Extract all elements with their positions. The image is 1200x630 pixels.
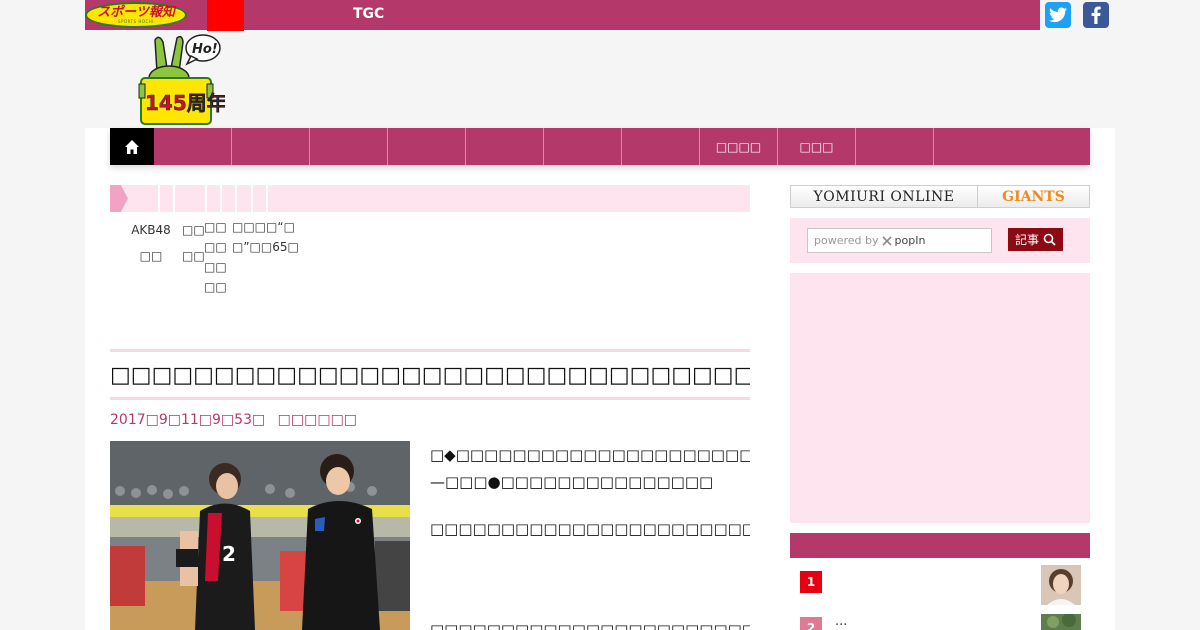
nav-item-9[interactable]: □□□ [778, 128, 856, 165]
breadcrumb-arrow-icon [110, 185, 128, 212]
anniversary-mascot[interactable]: Ho! 145周年 [135, 32, 225, 126]
breadcrumb-separator [251, 185, 253, 212]
nav-item-1[interactable] [154, 128, 232, 165]
related-link-3-line1: □□ [204, 220, 227, 234]
ranking-thumbnail-1[interactable] [1041, 565, 1081, 605]
tgc-link[interactable]: TGC [353, 6, 384, 22]
ranking-number-2: 2 [800, 617, 822, 630]
search-icon [1043, 233, 1056, 246]
nav-item-6[interactable] [544, 128, 622, 165]
breadcrumb-separator [235, 185, 237, 212]
article-source: □□□□□□ [277, 412, 358, 428]
related-link-4-line1: □□□□“□ [232, 220, 295, 234]
related-link-1-line1: AKB48 [131, 223, 171, 237]
ranking-number-1: 1 [800, 571, 822, 593]
twitter-icon [1049, 7, 1067, 23]
ranking-header [790, 533, 1090, 558]
breadcrumb [110, 185, 750, 212]
article-headline: □□□□□□□□□□□□□□□□□□□□□□□□□□□□□□□□□□□□□□□□… [110, 363, 750, 388]
nav-item-5[interactable] [466, 128, 544, 165]
related-link-2[interactable]: □□ □□ [182, 217, 205, 269]
search-powered-by: powered by [814, 234, 879, 247]
search-brand: popIn [894, 234, 926, 247]
sports-hochi-logo[interactable]: スポーツ報知 SPORTS HOCHI [85, 2, 187, 28]
related-link-4-line2: □”□□65□ [232, 240, 299, 254]
ranking-thumbnail-2[interactable] [1041, 614, 1081, 630]
nav-item-11[interactable] [934, 128, 1012, 165]
breadcrumb-separator [266, 185, 268, 212]
facebook-button[interactable] [1083, 2, 1109, 28]
article-date: 2017□9□11□9□53□ [110, 412, 266, 428]
search-button[interactable]: 記事 [1008, 228, 1063, 251]
partner-links: YOMIURI ONLINE GIANTS [790, 185, 1090, 208]
breadcrumb-separator [158, 185, 160, 212]
nav-home-button[interactable] [110, 128, 154, 165]
nav-item-2[interactable] [232, 128, 310, 165]
global-nav: □□□□ □□□ [110, 128, 1090, 165]
top-bar-margin-left [0, 0, 85, 30]
nav-item-4[interactable] [388, 128, 466, 165]
search-input[interactable]: powered by popIn [807, 228, 992, 253]
headline-rule-bottom [110, 397, 750, 400]
mascot-speech: Ho! [192, 42, 218, 57]
twitter-button[interactable] [1045, 2, 1071, 28]
popin-logo-icon [881, 235, 892, 246]
article-dateline: 2017□9□11□9□53□ □□□□□□ [110, 412, 357, 428]
article-paragraph-1: □◆□□□□□□□□□□□□□□□□□□□□□□□□□□□□□□□□□□□○□□… [430, 446, 750, 491]
article-search: powered by popIn 記事 [790, 218, 1090, 263]
related-link-2-line1: □□ [182, 223, 205, 237]
ad-slot[interactable] [790, 273, 1090, 523]
nav-item-3[interactable] [310, 128, 388, 165]
svg-text:2: 2 [222, 542, 236, 566]
related-link-4[interactable]: □□□□“□ □”□□65□ [232, 217, 299, 257]
nav-item-10[interactable] [856, 128, 934, 165]
top-bar-margin-right [1115, 0, 1200, 30]
related-link-1-line2: □□ [139, 249, 163, 263]
nav-item-7[interactable] [622, 128, 700, 165]
breadcrumb-separator [173, 185, 175, 212]
breadcrumb-separator [220, 185, 222, 212]
yomiuri-online-link[interactable]: YOMIURI ONLINE [791, 186, 978, 207]
home-icon [125, 139, 139, 154]
related-link-3-line4: □□ [204, 280, 227, 294]
related-link-3-line3: □□ [204, 260, 227, 274]
logo-text: スポーツ報知 [97, 5, 175, 20]
breadcrumb-separator [205, 185, 207, 212]
anniversary-text: 145周年 [145, 91, 225, 115]
related-link-2-line2: □□ [182, 249, 205, 263]
related-link-3[interactable]: □□ □□ □□ □□ [204, 217, 227, 297]
article-paragraph-2: □□□□□□□□□□□□□□□□□□□□□□□□□□□□□□□□□□□□□□□□… [430, 520, 750, 538]
red-banner-block[interactable] [207, 0, 244, 31]
nav-item-8[interactable]: □□□□ [700, 128, 778, 165]
article-photo[interactable]: 2 [110, 441, 410, 630]
logo-subtext: SPORTS HOCHI [118, 19, 154, 24]
search-button-label: 記事 [1014, 233, 1039, 247]
facebook-icon [1091, 6, 1101, 24]
ranking-title-2[interactable]: ... [835, 614, 847, 629]
headline-rule-top [110, 349, 750, 352]
related-link-1[interactable]: AKB48 □□ [128, 217, 174, 269]
article-paragraph-3: □□□□□□□□□□□□□□□□□□□□□□□□□□□□□□□□□□□ [430, 621, 750, 630]
related-link-3-line2: □□ [204, 240, 227, 254]
giants-link[interactable]: GIANTS [978, 186, 1089, 207]
